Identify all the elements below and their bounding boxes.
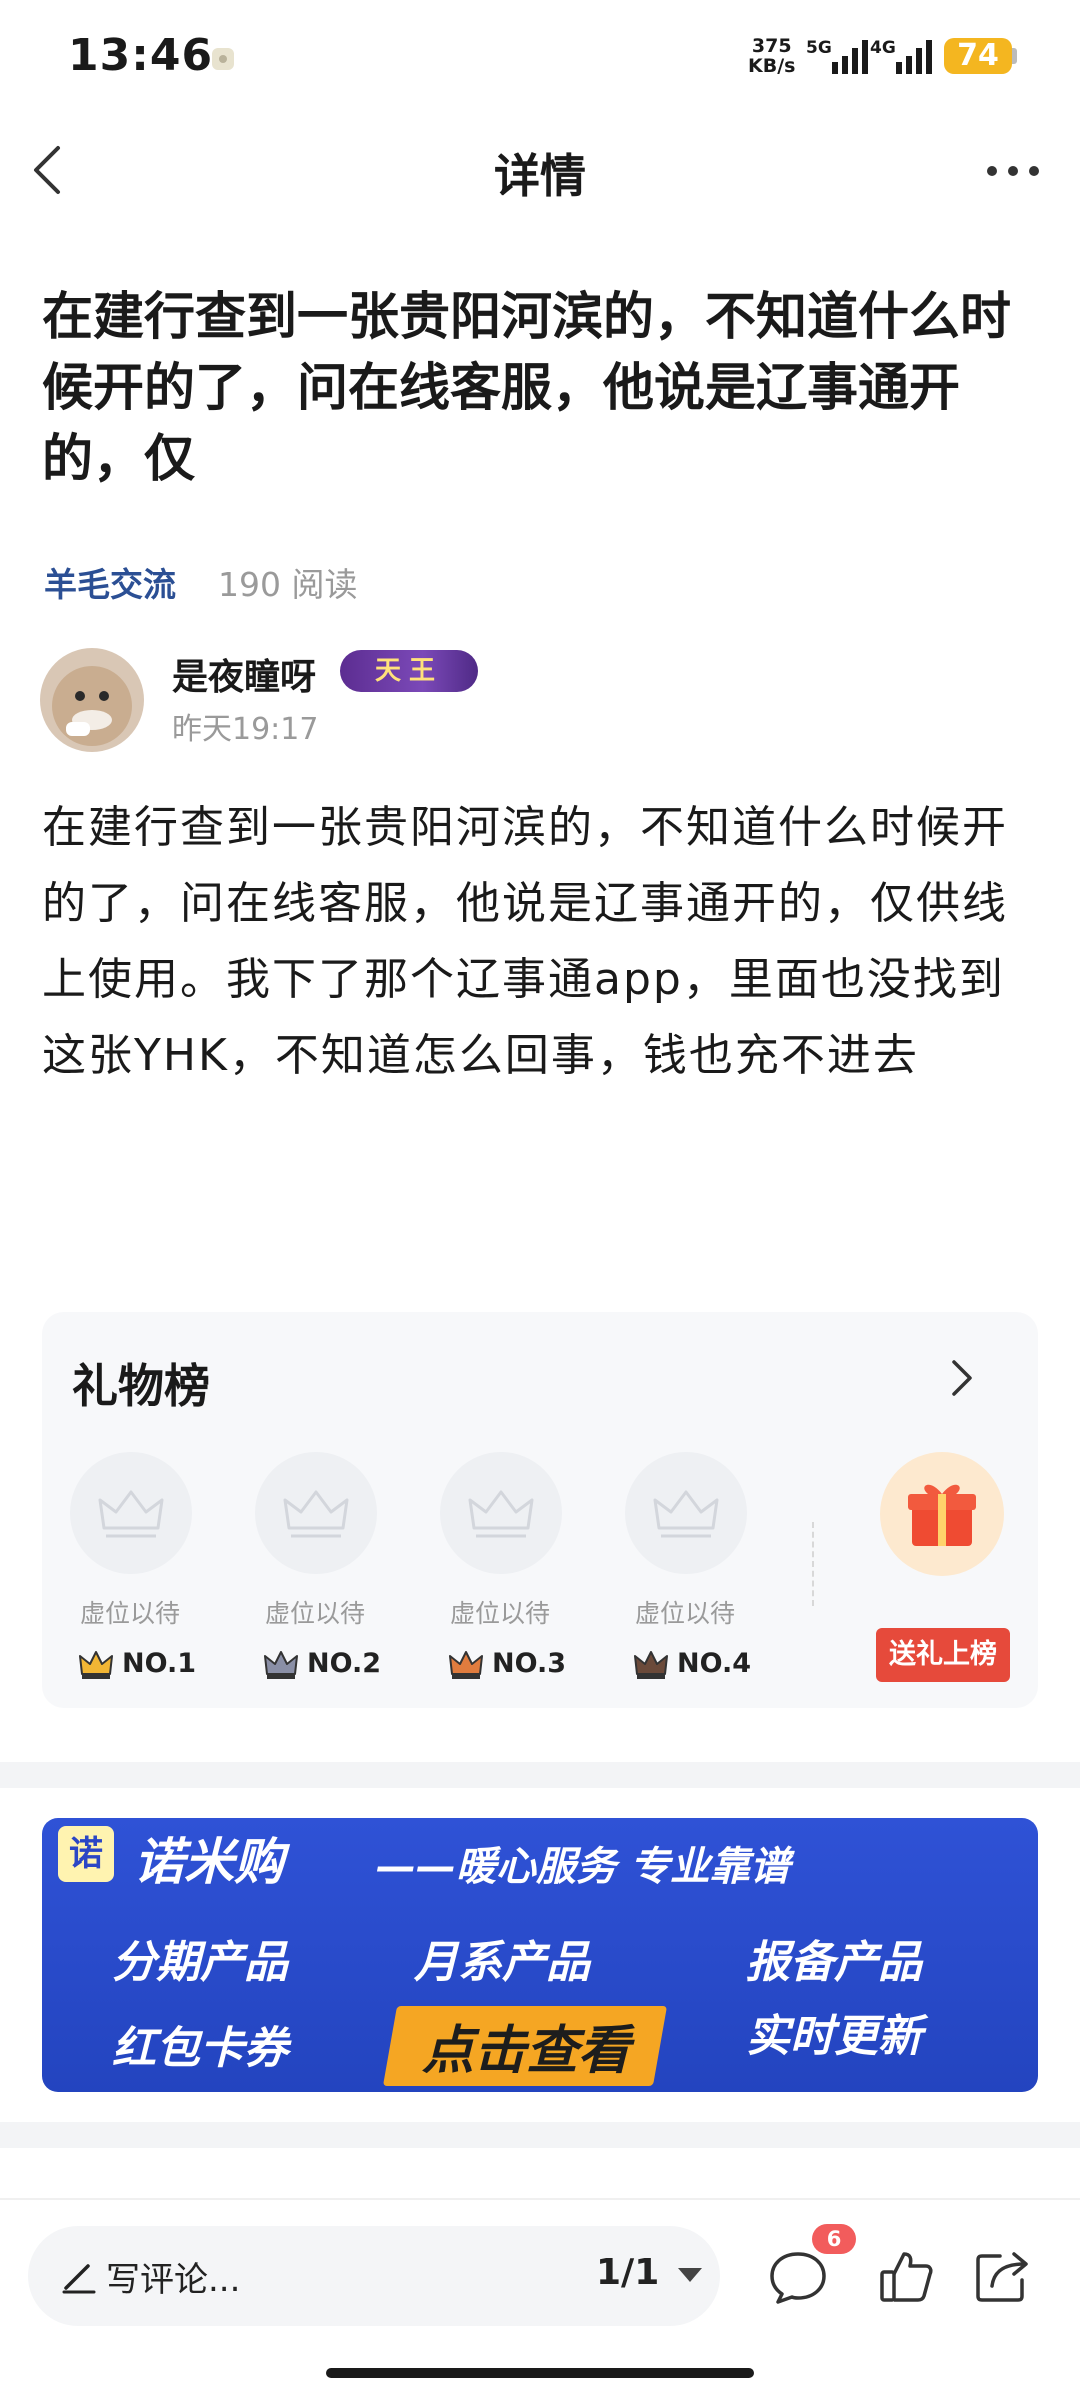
slot-rank: NO.3 <box>492 1648 566 1679</box>
chevron-right-icon[interactable] <box>944 1358 980 1398</box>
rank-crown-icon <box>76 1644 116 1684</box>
post-title: 在建行查到一张贵阳河滨的，不知道什么时候开的了，问在线客服，他说是辽事通开的，仅 <box>42 288 1012 489</box>
crown-outline-icon <box>98 1490 164 1538</box>
banner-slogan: ——暖心服务 专业靠谱 <box>376 1844 790 1890</box>
bottom-divider <box>0 2198 1080 2200</box>
banner-item: 实时更新 <box>746 2011 922 2062</box>
caret-down-icon[interactable] <box>678 2268 702 2282</box>
comment-count-badge: 6 <box>812 2224 856 2254</box>
author-name[interactable]: 是夜瞳呀 <box>172 648 316 700</box>
like-icon[interactable] <box>874 2244 938 2308</box>
banner-item: 月系产品 <box>414 1937 590 1988</box>
section-divider <box>0 1762 1080 1788</box>
send-gift-button[interactable]: 送礼上榜 <box>876 1628 1010 1682</box>
banner-item: 分期产品 <box>112 1937 288 1988</box>
slot-label: 虚位以待 <box>634 1599 735 1628</box>
page-title: 详情 <box>494 149 586 203</box>
notification-icon <box>212 48 234 70</box>
gift-board-title: 礼物榜 <box>72 1359 210 1413</box>
channel-link[interactable]: 羊毛交流 <box>44 558 176 606</box>
read-count: 190 阅读 <box>218 565 358 604</box>
empty-slot-avatar[interactable] <box>440 1452 562 1574</box>
slot-label: 虚位以待 <box>449 1599 550 1628</box>
comment-icon[interactable] <box>766 2244 830 2308</box>
status-time: 13:46 <box>68 30 214 81</box>
more-dots-icon[interactable] <box>980 146 1050 196</box>
post-time: 昨天19:17 <box>172 712 319 747</box>
pencil-icon <box>58 2256 98 2296</box>
crown-outline-icon <box>468 1490 534 1538</box>
slot-rank: NO.1 <box>122 1648 196 1679</box>
banner-item: 红包卡券 <box>112 2023 288 2074</box>
author-badge: 天王 <box>340 650 478 692</box>
signal-4g-label: 4G <box>870 38 896 58</box>
empty-slot-avatar[interactable] <box>255 1452 377 1574</box>
comment-placeholder[interactable]: 写评论... <box>106 2252 240 2301</box>
slot-label: 虚位以待 <box>264 1599 365 1628</box>
home-indicator[interactable] <box>326 2368 754 2378</box>
signal-5g-label: 5G <box>806 38 832 58</box>
rank-crown-icon <box>261 1644 301 1684</box>
banner-brand: 诺米购 <box>134 1833 284 1891</box>
slot-rank: NO.4 <box>677 1648 751 1679</box>
banner-cta[interactable]: 点击查看 <box>398 2008 654 2083</box>
avatar[interactable] <box>40 648 144 752</box>
slot-label: 虚位以待 <box>79 1599 180 1628</box>
rank-crown-icon <box>446 1644 486 1684</box>
battery-tip <box>1012 48 1017 64</box>
post-body: 在建行查到一张贵阳河滨的，不知道什么时候开的了，问在线客服，他说是辽事通开的，仅… <box>42 802 1008 1081</box>
network-speed: 375 KB/s <box>748 36 795 76</box>
gift-divider <box>812 1522 814 1606</box>
crown-outline-icon <box>283 1490 349 1538</box>
empty-slot-avatar[interactable] <box>625 1452 747 1574</box>
banner-logo: 诺 <box>58 1826 114 1882</box>
share-icon[interactable] <box>970 2244 1034 2308</box>
battery-indicator: 74 <box>944 38 1012 74</box>
slot-rank: NO.2 <box>307 1648 381 1679</box>
empty-slot-avatar[interactable] <box>70 1452 192 1574</box>
page-indicator[interactable]: 1/1 <box>596 2252 659 2293</box>
rank-crown-icon <box>631 1644 671 1684</box>
network-speed-value: 375 <box>751 35 792 57</box>
section-divider <box>0 2122 1080 2148</box>
gift-box-icon[interactable] <box>880 1452 1004 1576</box>
banner-item: 报备产品 <box>746 1937 922 1988</box>
network-speed-unit: KB/s <box>748 55 796 77</box>
crown-outline-icon <box>653 1490 719 1538</box>
